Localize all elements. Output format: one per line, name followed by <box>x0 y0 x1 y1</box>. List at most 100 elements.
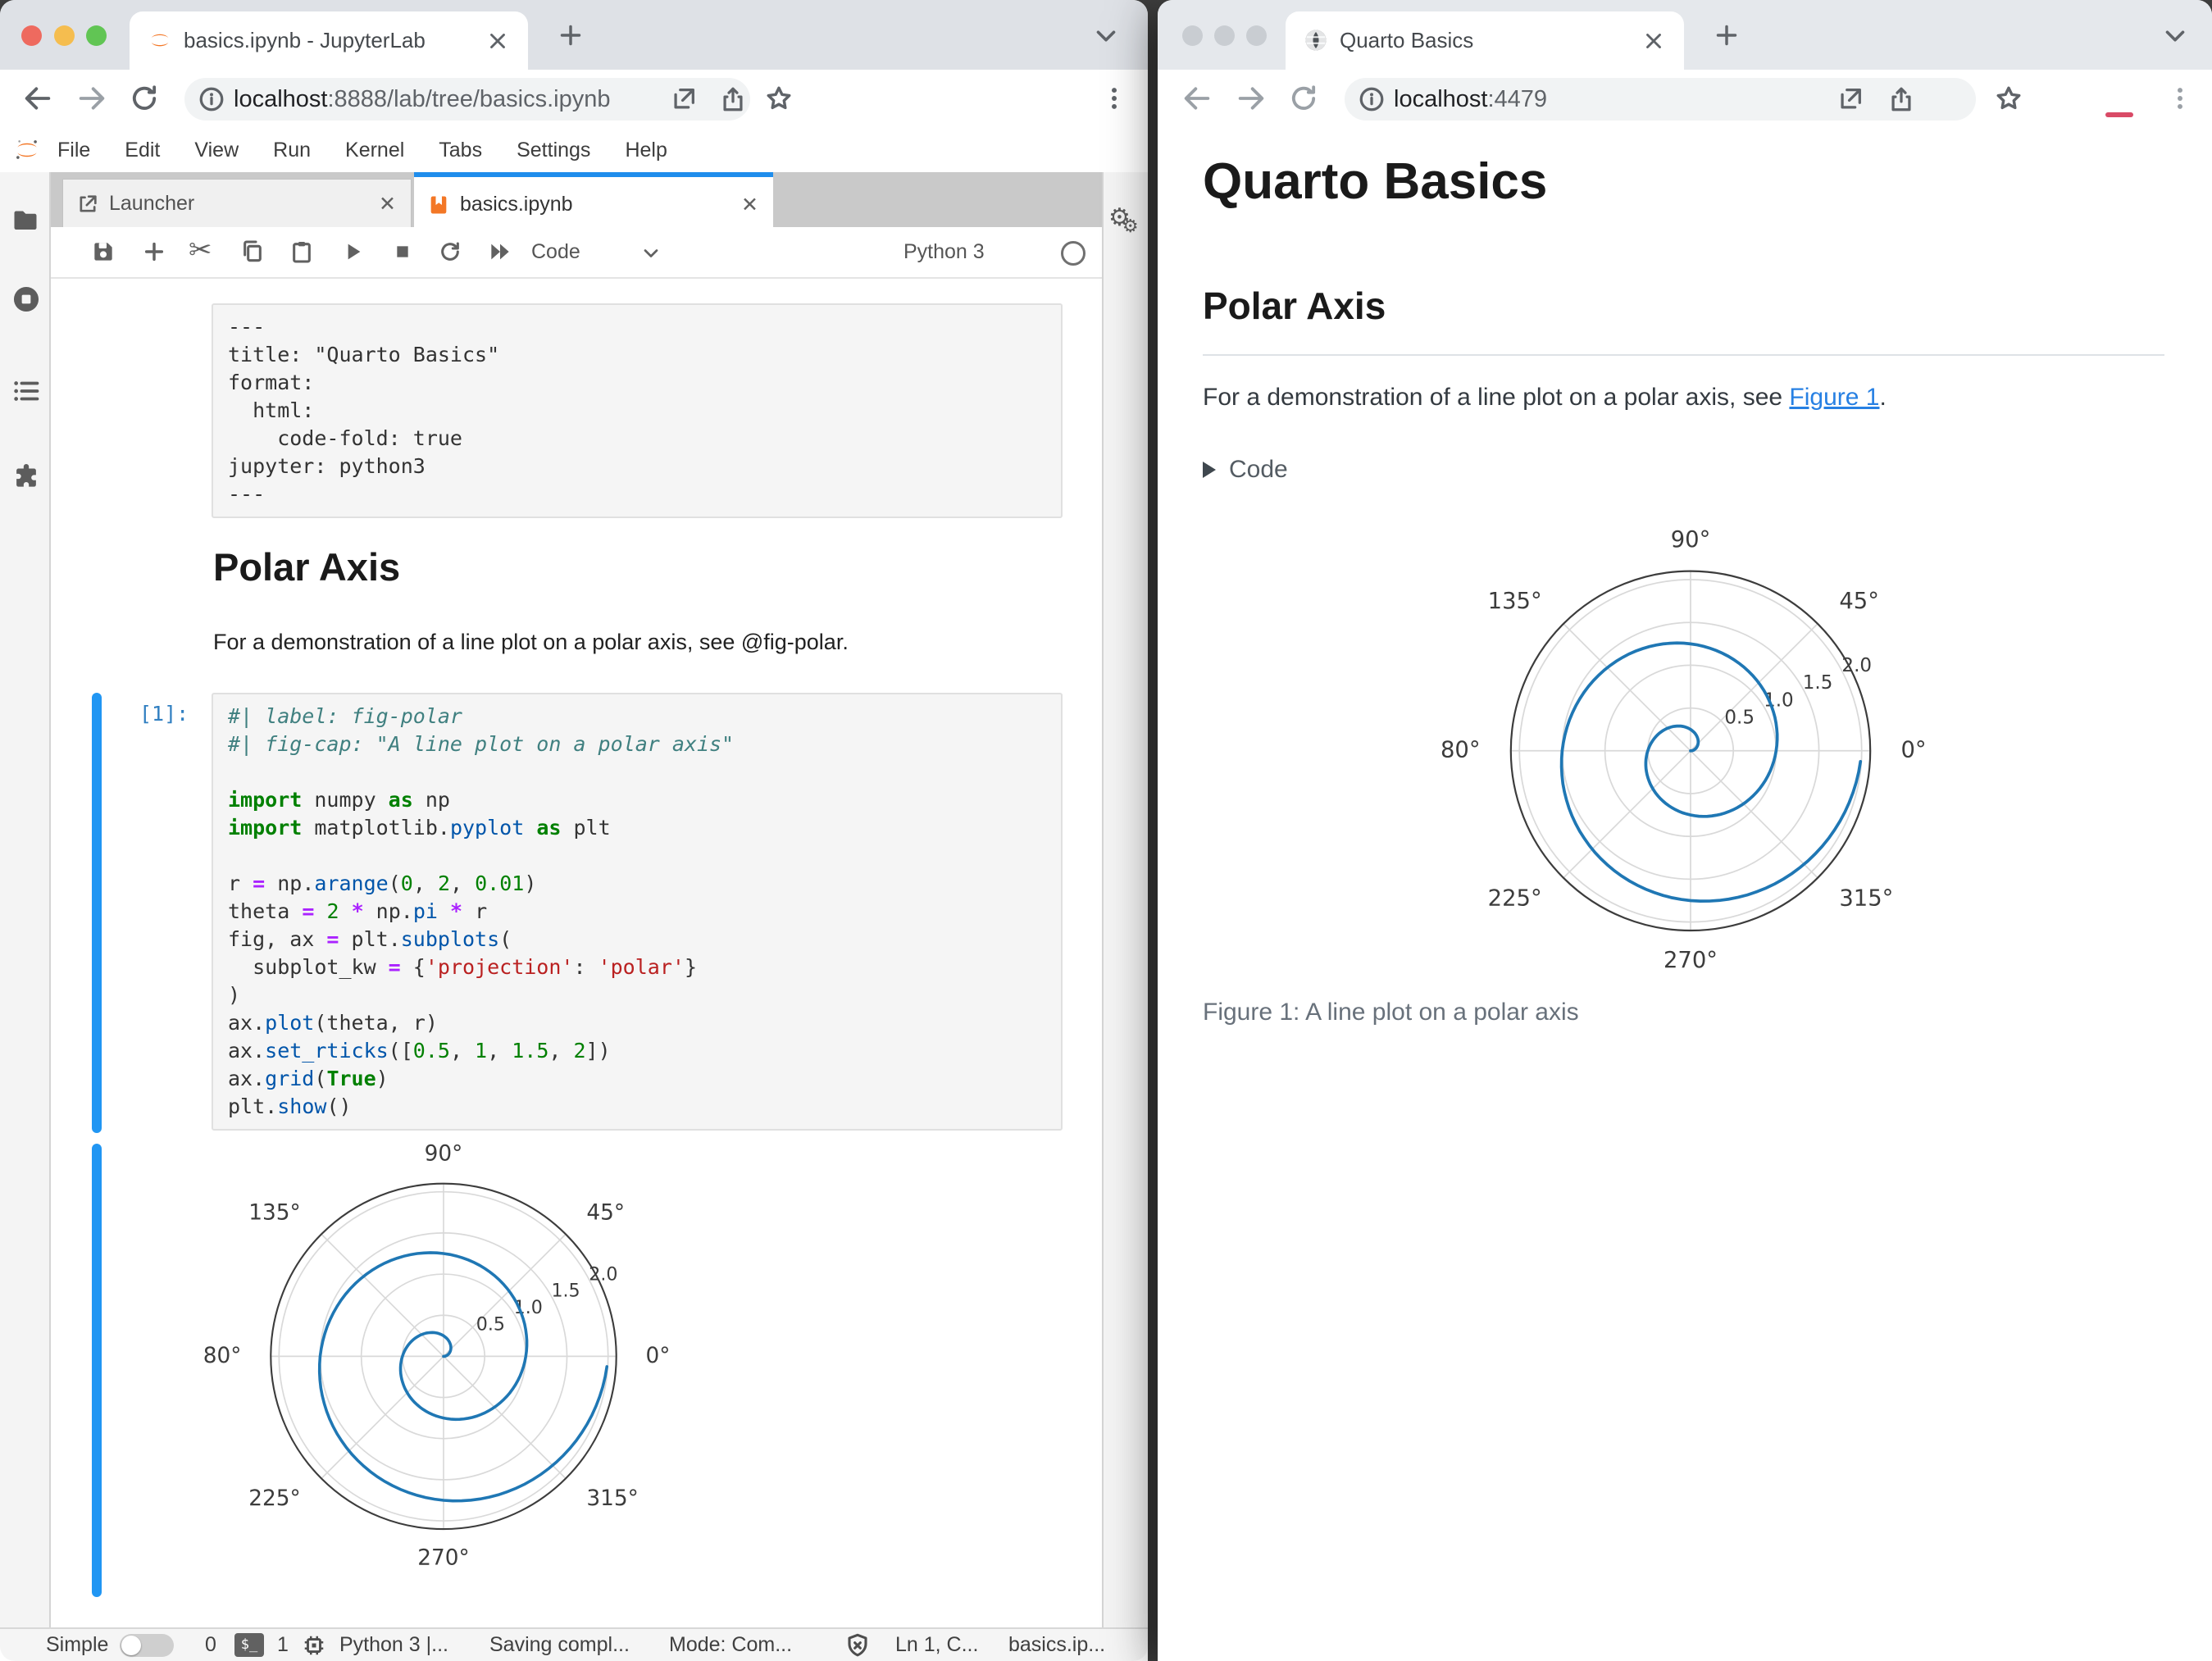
svg-text:135°: 135° <box>248 1201 300 1226</box>
property-inspector-gears-icon[interactable]: ⚙⚙ <box>1108 203 1147 236</box>
tab-search-chevron-icon[interactable] <box>2160 20 2191 52</box>
kernel-name[interactable]: Python 3 <box>903 227 985 277</box>
close-tab-icon[interactable] <box>1641 29 1666 53</box>
svg-text:0.5: 0.5 <box>1724 708 1755 729</box>
interrupt-kernel-icon[interactable] <box>389 239 416 265</box>
new-tab-button[interactable] <box>556 20 585 50</box>
run-cell-icon[interactable] <box>339 239 366 265</box>
svg-text:0°: 0° <box>1900 737 1926 762</box>
close-launcher-tab-icon[interactable]: ✕ <box>379 192 396 216</box>
svg-text:180°: 180° <box>202 1344 241 1368</box>
code-line: fig, ax = plt.subplots( <box>228 927 512 951</box>
kernel-status-indicator[interactable] <box>1061 241 1086 266</box>
svg-text:90°: 90° <box>1671 528 1711 553</box>
file-browser-icon[interactable] <box>11 205 40 234</box>
minimize-window-button[interactable] <box>1214 25 1235 46</box>
close-notebook-tab-icon[interactable]: ✕ <box>741 193 758 217</box>
table-of-contents-icon[interactable] <box>11 375 42 407</box>
code-line: #| fig-cap: "A line plot on a polar axis… <box>228 732 735 756</box>
terminal-icon[interactable]: $_ <box>234 1633 264 1657</box>
close-tab-icon[interactable] <box>485 29 510 53</box>
yaml-front-matter-cell[interactable]: --- title: "Quarto Basics" format: html: c… <box>212 303 1063 518</box>
cell-collapser[interactable] <box>92 693 102 1133</box>
yaml-line: jupyter: python3 <box>228 454 426 478</box>
svg-text:45°: 45° <box>1839 589 1879 614</box>
menu-item-run[interactable]: Run <box>273 139 311 162</box>
menu-item-settings[interactable]: Settings <box>517 139 590 162</box>
url-text[interactable]: localhost:8888/lab/tree/basics.ipynb <box>234 78 610 121</box>
url-text[interactable]: localhost:4479 <box>1394 78 1547 121</box>
code-cell[interactable]: #| label: fig-polar #| fig-cap: "A line p… <box>212 693 1063 1131</box>
back-button[interactable] <box>21 82 54 115</box>
command-mode-indicator[interactable]: Mode: Com... <box>669 1629 792 1661</box>
browser-tab[interactable]: Quarto Basics <box>1286 11 1684 70</box>
execution-count: [1]: <box>139 702 189 726</box>
browser-tab[interactable]: basics.ipynb - JupyterLab <box>130 11 528 70</box>
body-paragraph: For a demonstration of a line plot on a … <box>1203 384 1887 411</box>
open-in-window-icon[interactable] <box>1837 85 1864 113</box>
figure-1-link[interactable]: Figure 1 <box>1789 384 1879 411</box>
reload-button[interactable] <box>128 82 161 115</box>
disclosure-triangle-icon <box>1203 462 1216 478</box>
forward-button[interactable] <box>1235 82 1268 115</box>
kernel-chip-icon[interactable] <box>302 1633 326 1658</box>
cell-type-dropdown[interactable]: Code <box>531 227 580 277</box>
saving-status: Saving compl... <box>489 1633 630 1656</box>
svg-text:1.5: 1.5 <box>1803 672 1833 694</box>
dock-tab-bar: Launcher ✕ basics.ipynb ✕ <box>51 172 1102 232</box>
browser-menu-kebab-icon[interactable] <box>1100 84 1128 112</box>
cut-cells-icon[interactable]: ✂ <box>189 234 212 266</box>
bookmark-star-icon[interactable] <box>1994 84 2023 113</box>
forward-button[interactable] <box>75 82 108 115</box>
site-info-icon[interactable] <box>198 85 225 113</box>
extension-manager-puzzle-icon[interactable] <box>11 461 42 492</box>
share-icon[interactable] <box>1887 85 1915 113</box>
menu-item-view[interactable]: View <box>194 139 239 162</box>
insert-cell-icon[interactable] <box>141 239 167 265</box>
yaml-line: code-fold: true <box>228 426 462 450</box>
output-collapser[interactable] <box>92 1144 102 1597</box>
kernel-status-text[interactable]: Python 3 |... <box>339 1629 448 1661</box>
zoom-window-button[interactable] <box>1246 25 1267 46</box>
svg-text:180°: 180° <box>1439 737 1481 762</box>
close-window-button[interactable] <box>1182 25 1203 46</box>
svg-text:225°: 225° <box>1488 886 1542 912</box>
tab-notebook-basics-ipynb[interactable]: basics.ipynb ✕ <box>414 172 773 232</box>
browser-menu-kebab-icon[interactable] <box>2166 84 2194 112</box>
open-in-window-icon[interactable] <box>670 85 698 113</box>
paste-cells-icon[interactable] <box>289 239 315 265</box>
svg-text:90°: 90° <box>425 1142 463 1166</box>
restart-run-all-icon[interactable] <box>487 239 513 265</box>
simple-mode-toggle[interactable] <box>120 1634 174 1657</box>
zoom-window-button[interactable] <box>86 25 107 46</box>
menu-item-kernel[interactable]: Kernel <box>345 139 404 162</box>
share-icon[interactable] <box>719 85 747 113</box>
new-tab-button[interactable] <box>1712 20 1741 50</box>
running-kernels-icon[interactable] <box>11 284 42 315</box>
menu-item-tabs[interactable]: Tabs <box>439 139 482 162</box>
bookmark-star-icon[interactable] <box>764 84 794 113</box>
cursor-position[interactable]: Ln 1, C... <box>895 1629 978 1661</box>
address-bar[interactable]: localhost:8888/lab/tree/basics.ipynb <box>184 78 750 121</box>
close-window-button[interactable] <box>21 25 42 46</box>
reload-button[interactable] <box>1287 82 1320 115</box>
svg-text:2.0: 2.0 <box>1841 655 1872 676</box>
trust-shield-icon[interactable] <box>844 1632 871 1659</box>
code-fold-disclosure[interactable]: Code <box>1203 456 1288 484</box>
menu-item-file[interactable]: File <box>57 139 90 162</box>
back-button[interactable] <box>1181 82 1213 115</box>
svg-text:315°: 315° <box>586 1486 638 1511</box>
copy-cells-icon[interactable] <box>239 239 266 265</box>
tab-launcher[interactable]: Launcher ✕ <box>62 179 412 228</box>
menu-item-help[interactable]: Help <box>625 139 667 162</box>
cell-type-chevron-icon[interactable] <box>639 242 662 265</box>
restart-kernel-icon[interactable] <box>437 239 463 265</box>
address-bar[interactable]: localhost:4479 <box>1345 78 1976 121</box>
save-icon[interactable] <box>90 239 116 265</box>
site-info-icon[interactable] <box>1358 85 1386 113</box>
minimize-window-button[interactable] <box>54 25 75 46</box>
tab-title: basics.ipynb - JupyterLab <box>184 28 426 52</box>
menu-item-edit[interactable]: Edit <box>125 139 160 162</box>
tab-search-chevron-icon[interactable] <box>1090 20 1122 52</box>
browser-toolbar: localhost:8888/lab/tree/basics.ipynb <box>0 70 1148 130</box>
